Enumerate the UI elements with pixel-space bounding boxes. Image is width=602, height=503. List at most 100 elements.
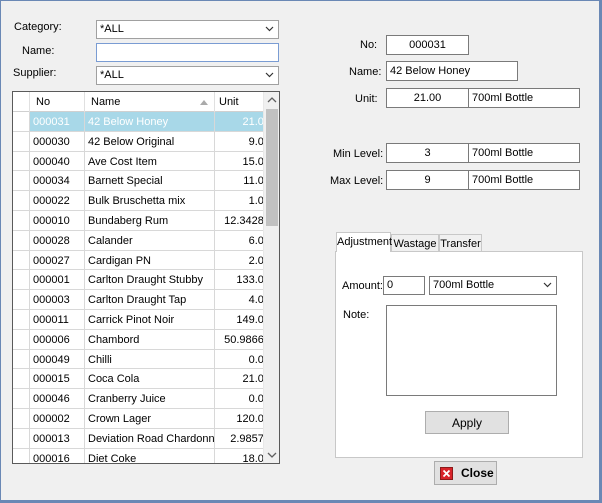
scroll-up-icon[interactable] (267, 95, 277, 105)
supplier-value: *ALL (100, 69, 124, 81)
tab-transfer[interactable]: Transfer (439, 234, 482, 252)
table-row[interactable]: 000010 Bundaberg Rum 12.34286 (13, 211, 270, 231)
cell-name: Chambord (85, 329, 215, 349)
table-row[interactable]: 000034 Barnett Special 11.00 (13, 171, 270, 192)
cell-no: 000031 (30, 112, 85, 131)
row-header-cell[interactable] (13, 310, 30, 329)
cell-name: Deviation Road Chardonnay (85, 428, 215, 448)
table-row[interactable]: 000027 Cardigan PN 2.00 (13, 250, 270, 271)
supplier-select[interactable]: *ALL (96, 66, 279, 85)
row-header-cell[interactable] (13, 369, 30, 389)
cell-no: 000040 (30, 151, 85, 171)
unit-desc-field: 700ml Bottle (468, 88, 580, 108)
cell-no: 000006 (30, 329, 85, 349)
row-header-cell[interactable] (13, 389, 30, 409)
column-header-no[interactable]: No (30, 92, 85, 112)
row-header-cell[interactable] (13, 171, 30, 191)
table-row[interactable]: 000049 Chilli 0.00 (13, 349, 270, 370)
table-row[interactable]: 000022 Bulk Bruschetta mix 1.00 (13, 191, 270, 211)
grid-header: No Name Unit (13, 92, 264, 112)
name-filter-input[interactable] (96, 43, 279, 62)
table-row[interactable]: 000006 Chambord 50.98667 (13, 329, 270, 350)
cell-no: 000010 (30, 211, 85, 230)
table-row[interactable]: 000001 Carlton Draught Stubby 133.00 (13, 270, 270, 291)
cell-no: 000003 (30, 290, 85, 310)
cell-no: 000030 (30, 131, 85, 151)
table-row[interactable]: 000031 42 Below Honey 21.00 (13, 112, 275, 132)
close-button[interactable]: Close (434, 461, 497, 485)
row-header-cell[interactable] (13, 211, 30, 230)
cell-name: Carlton Draught Stubby (85, 270, 215, 290)
tab-wastage[interactable]: Wastage (391, 234, 439, 252)
table-row[interactable]: 000040 Ave Cost Item 15.00 (13, 151, 270, 172)
column-header-unit[interactable]: Unit (215, 92, 264, 112)
table-row[interactable]: 000002 Crown Lager 120.00 (13, 409, 270, 429)
chevron-down-icon (543, 282, 552, 288)
name-label: Name: (349, 66, 382, 78)
row-header-cell[interactable] (13, 151, 30, 171)
table-row[interactable]: 000016 Diet Coke 18.00 (13, 448, 270, 463)
cell-no: 000015 (30, 369, 85, 389)
row-header-cell[interactable] (13, 428, 30, 448)
category-label: Category: (14, 21, 62, 33)
cell-no: 000011 (30, 310, 85, 329)
apply-button[interactable]: Apply (425, 411, 509, 434)
table-row[interactable]: 000011 Carrick Pinot Noir 149.00 (13, 310, 270, 330)
table-row[interactable]: 000013 Deviation Road Chardonnay 2.98571 (13, 428, 270, 449)
cell-name: Diet Coke (85, 448, 215, 463)
category-value: *ALL (100, 23, 124, 35)
amount-label: Amount: (342, 280, 383, 292)
table-row[interactable]: 000030 42 Below Original 9.00 (13, 131, 270, 152)
row-header-cell[interactable] (13, 270, 30, 290)
cell-no: 000022 (30, 191, 85, 211)
cell-name: Calander (85, 230, 215, 250)
min-level-field: 3 (386, 143, 469, 163)
note-label: Note: (343, 309, 370, 321)
chevron-down-icon (265, 26, 274, 32)
no-field: 000031 (386, 35, 469, 55)
row-header-cell[interactable] (13, 329, 30, 349)
no-label: No: (360, 39, 378, 51)
cell-no: 000002 (30, 409, 85, 428)
scroll-down-icon[interactable] (267, 450, 277, 460)
cell-name: Bundaberg Rum (85, 211, 215, 230)
amount-unit-select[interactable]: 700ml Bottle (429, 276, 557, 295)
cell-name: Crown Lager (85, 409, 215, 428)
row-header-cell[interactable] (13, 290, 30, 310)
cell-no: 000016 (30, 448, 85, 463)
row-header-cell[interactable] (13, 250, 30, 270)
cell-name: Barnett Special (85, 171, 215, 191)
table-row[interactable]: 000028 Calander 6.00 (13, 230, 270, 251)
category-select[interactable]: *ALL (96, 20, 279, 39)
cell-no: 000034 (30, 171, 85, 191)
row-header-cell[interactable] (13, 131, 30, 151)
row-header-cell[interactable] (13, 230, 30, 250)
row-header-cell[interactable] (13, 112, 30, 131)
name-field: 42 Below Honey (386, 61, 518, 81)
table-row[interactable]: 000046 Cranberry Juice 0.00 (13, 389, 270, 409)
cell-name: Chilli (85, 349, 215, 369)
stock-grid[interactable]: No Name Unit 000031 42 Below Honey 21.00 00… (12, 91, 280, 464)
cell-name: Coca Cola (85, 369, 215, 389)
column-header-name[interactable]: Name (85, 92, 215, 112)
cell-no: 000028 (30, 230, 85, 250)
cell-name: Bulk Bruschetta mix (85, 191, 215, 211)
min-level-desc-field: 700ml Bottle (468, 143, 580, 163)
cell-name: Ave Cost Item (85, 151, 215, 171)
sort-ascending-icon (200, 100, 208, 105)
grid-scrollbar[interactable] (263, 92, 279, 463)
table-row[interactable]: 000015 Coca Cola 21.00 (13, 369, 270, 390)
max-level-label: Max Level: (330, 175, 384, 187)
table-row[interactable]: 000003 Carlton Draught Tap 4.00 (13, 290, 270, 310)
scrollbar-thumb[interactable] (266, 109, 278, 226)
row-header-cell[interactable] (13, 409, 30, 428)
row-header-cell[interactable] (13, 349, 30, 369)
amount-input[interactable]: 0 (383, 276, 425, 295)
row-header-cell[interactable] (13, 191, 30, 211)
row-header-cell[interactable] (13, 448, 30, 463)
unit-value-field: 21.00 (386, 88, 469, 108)
note-textarea[interactable] (386, 305, 557, 396)
tab-adjustment[interactable]: Adjustment (336, 232, 392, 252)
cell-name: Cardigan PN (85, 250, 215, 270)
amount-unit-value: 700ml Bottle (433, 279, 495, 291)
